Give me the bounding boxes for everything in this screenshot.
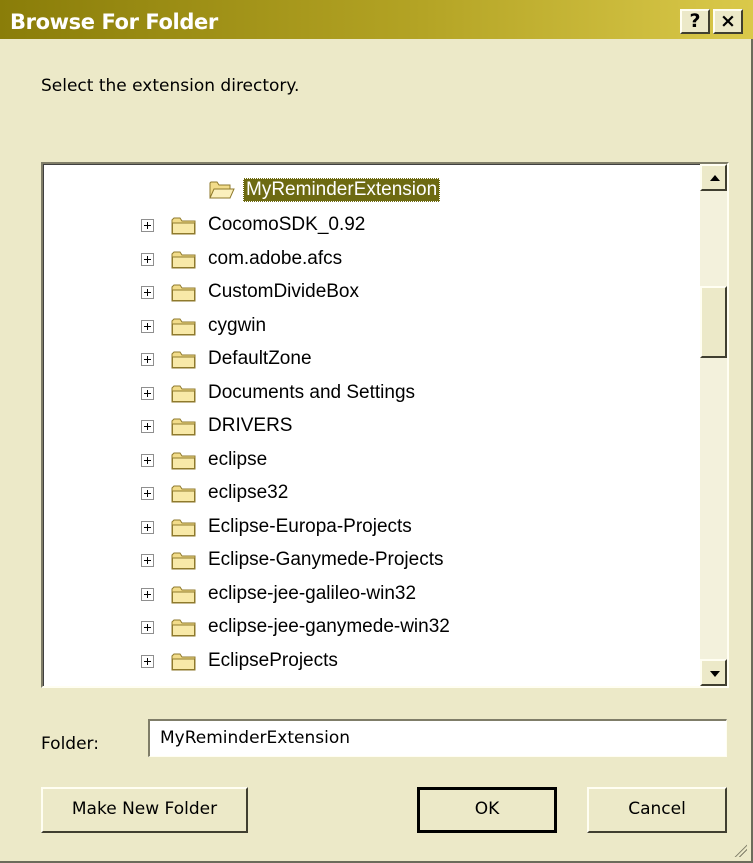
instruction-text: Select the extension directory.	[41, 76, 300, 96]
tree-item-label[interactable]: Documents and Settings	[206, 382, 417, 404]
folder-icon	[171, 250, 197, 270]
close-button[interactable]: ×	[713, 9, 743, 34]
cancel-button[interactable]: Cancel	[587, 787, 727, 833]
expand-icon[interactable]	[141, 420, 154, 433]
help-button[interactable]: ?	[680, 9, 710, 34]
folder-icon	[171, 451, 197, 471]
folder-icon	[171, 618, 197, 638]
tree-item[interactable]: eclipse-jee-galileo-win32	[44, 579, 704, 611]
folder-icon	[171, 283, 197, 303]
tree-item[interactable]: Eclipse-Ganymede-Projects	[44, 545, 704, 577]
tree-item[interactable]: DRIVERS	[44, 411, 704, 443]
expand-icon[interactable]	[141, 521, 154, 534]
scroll-thumb[interactable]	[700, 286, 727, 358]
window-title: Browse For Folder	[10, 10, 218, 34]
tree-item-label[interactable]: DefaultZone	[206, 348, 314, 370]
scroll-down-button[interactable]	[700, 659, 727, 686]
folder-tree-view[interactable]: MyReminderExtension CocomoSDK_0.92 com.ado…	[43, 164, 727, 686]
tree-item-label[interactable]: CocomoSDK_0.92	[206, 214, 367, 236]
folder-icon	[171, 551, 197, 571]
make-new-folder-button[interactable]: Make New Folder	[41, 787, 248, 833]
tree-item-label[interactable]: com.adobe.afcs	[206, 248, 344, 270]
make-new-folder-label: Make New Folder	[71, 799, 218, 819]
folder-icon	[171, 585, 197, 605]
scroll-up-button[interactable]	[700, 164, 727, 191]
expand-icon[interactable]	[141, 286, 154, 299]
tree-item[interactable]: eclipse-jee-ganymede-win32	[44, 612, 704, 644]
tree-item-label[interactable]: EclipseProjects	[206, 650, 340, 672]
expand-icon[interactable]	[141, 487, 154, 500]
folder-icon	[171, 484, 197, 504]
expand-icon[interactable]	[141, 554, 154, 567]
title-bar[interactable]: Browse For Folder ? ×	[0, 0, 753, 39]
tree-item[interactable]: CustomDivideBox	[44, 277, 704, 309]
tree-item-label[interactable]: CustomDivideBox	[206, 281, 361, 303]
expand-icon[interactable]	[141, 454, 154, 467]
expand-icon[interactable]	[141, 253, 154, 266]
folder-tree[interactable]: MyReminderExtension CocomoSDK_0.92 com.ado…	[41, 162, 729, 688]
folder-icon	[171, 518, 197, 538]
tree-item[interactable]: com.adobe.afcs	[44, 244, 704, 276]
expand-icon[interactable]	[141, 655, 154, 668]
expand-icon[interactable]	[141, 588, 154, 601]
tree-item[interactable]: eclipse32	[44, 478, 704, 510]
tree-item-label[interactable]: eclipse32	[206, 482, 290, 504]
tree-item-label[interactable]: eclipse	[206, 449, 269, 471]
folder-label: Folder:	[41, 734, 99, 754]
tree-item-label[interactable]: MyReminderExtension	[243, 178, 441, 202]
folder-icon	[171, 384, 197, 404]
open-folder-icon	[209, 180, 235, 200]
folder-icon	[171, 417, 197, 437]
tree-item-label[interactable]: DRIVERS	[206, 415, 294, 437]
folder-input[interactable]: MyReminderExtension	[148, 719, 727, 757]
expand-icon[interactable]	[141, 320, 154, 333]
expand-icon[interactable]	[141, 219, 154, 232]
folder-icon	[171, 216, 197, 236]
down-arrow-icon	[710, 671, 720, 677]
tree-item[interactable]: EclipseProjects	[44, 646, 704, 678]
tree-item[interactable]: cygwin	[44, 311, 704, 343]
tree-item[interactable]: Documents and Settings	[44, 378, 704, 410]
expand-icon[interactable]	[141, 621, 154, 634]
expand-icon[interactable]	[141, 353, 154, 366]
tree-item[interactable]: CocomoSDK_0.92	[44, 210, 704, 242]
tree-item-label[interactable]: cygwin	[206, 315, 268, 337]
tree-item[interactable]: Eclipse-Europa-Projects	[44, 512, 704, 544]
tree-item[interactable]: MyReminderExtension	[44, 174, 704, 206]
folder-icon	[171, 350, 197, 370]
browse-for-folder-dialog: Browse For Folder ? × Select the extensi…	[0, 0, 753, 863]
folder-icon	[171, 317, 197, 337]
cancel-label: Cancel	[628, 799, 686, 819]
expand-icon[interactable]	[141, 387, 154, 400]
ok-label: OK	[474, 799, 500, 819]
tree-item-label[interactable]: Eclipse-Europa-Projects	[206, 516, 414, 538]
tree-item[interactable]: eclipse	[44, 445, 704, 477]
tree-item-label[interactable]: Eclipse-Ganymede-Projects	[206, 549, 445, 571]
tree-item-label[interactable]: eclipse-jee-galileo-win32	[206, 583, 418, 605]
ok-button[interactable]: OK	[417, 787, 557, 833]
up-arrow-icon	[710, 175, 720, 181]
vertical-scrollbar[interactable]	[700, 164, 727, 686]
folder-icon	[171, 652, 197, 672]
resize-grip-icon[interactable]	[733, 843, 747, 857]
tree-item[interactable]: DefaultZone	[44, 344, 704, 376]
tree-item-label[interactable]: eclipse-jee-ganymede-win32	[206, 616, 452, 638]
